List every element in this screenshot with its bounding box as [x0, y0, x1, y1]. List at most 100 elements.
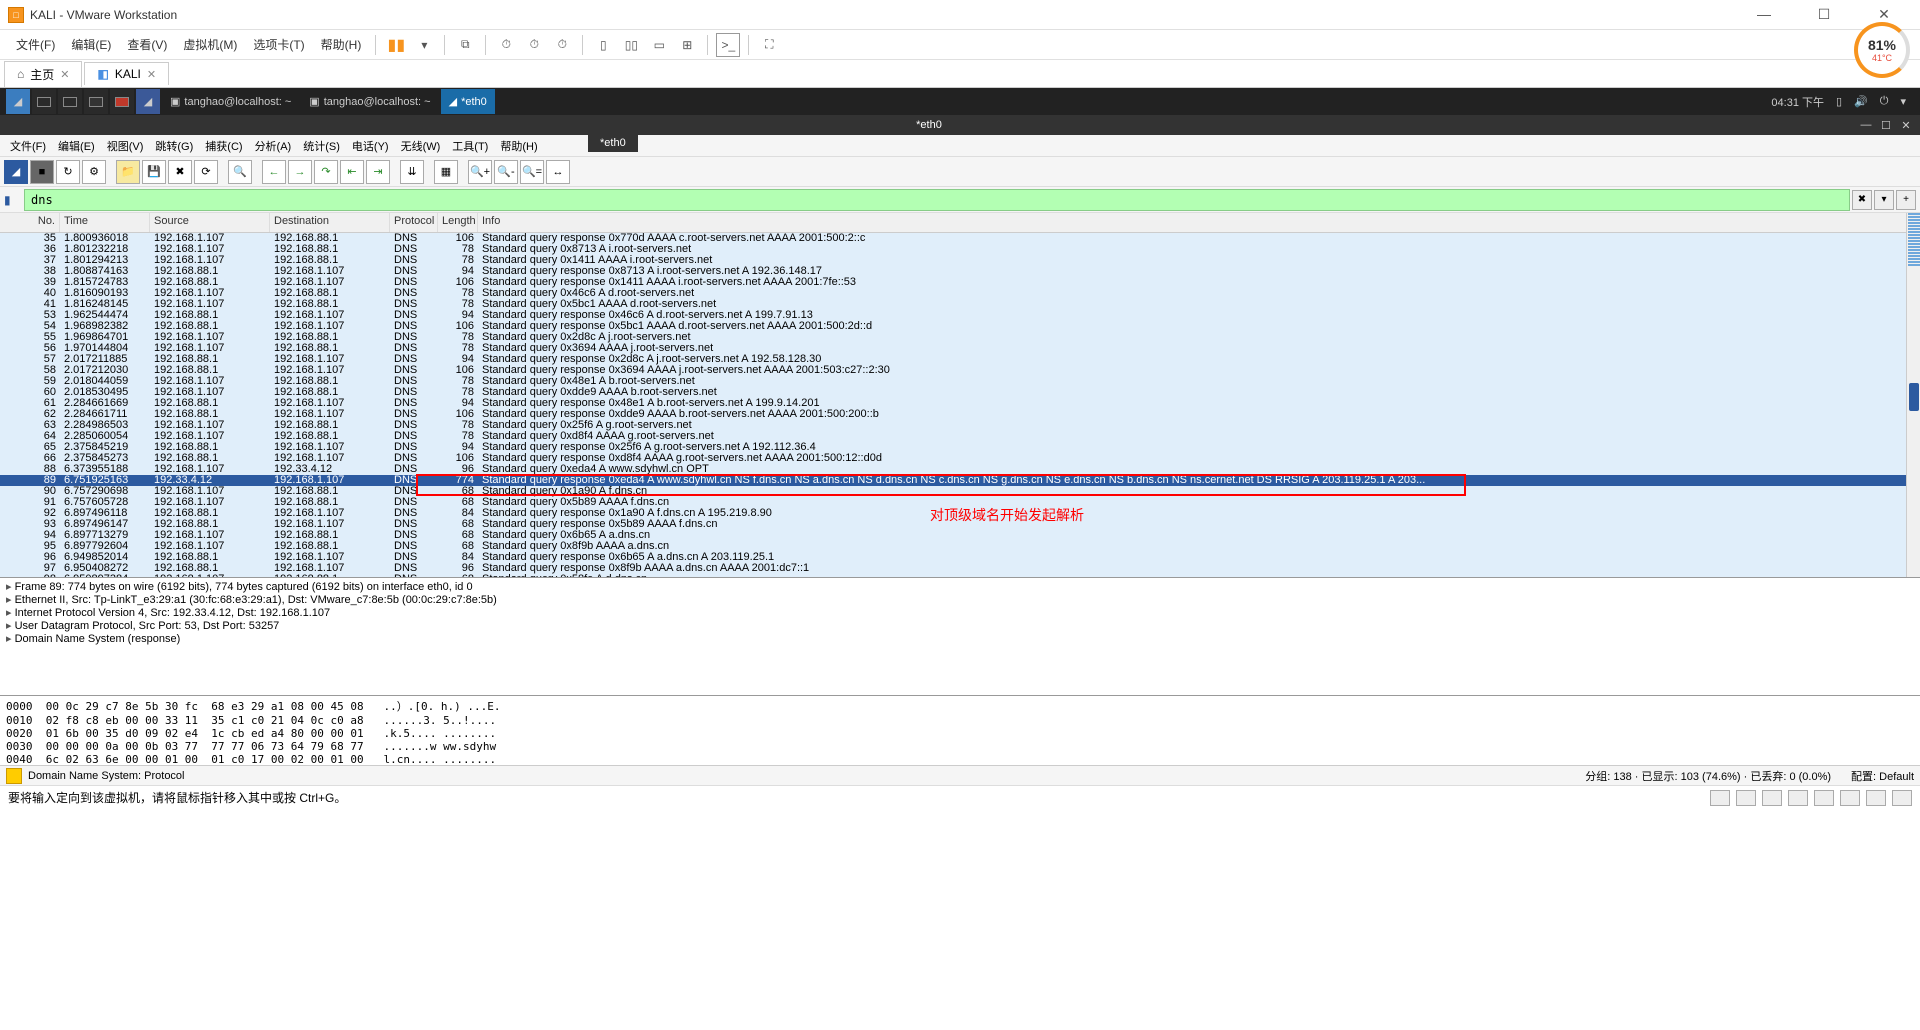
- packet-row[interactable]: 642.285060054192.168.1.107192.168.88.1DN…: [0, 431, 1920, 442]
- packet-row[interactable]: 561.970144804192.168.1.107192.168.88.1DN…: [0, 343, 1920, 354]
- packet-row[interactable]: 612.284661669192.168.88.1192.168.1.107DN…: [0, 398, 1920, 409]
- packet-row[interactable]: 602.018530495192.168.1.107192.168.88.1DN…: [0, 387, 1920, 398]
- power-icon[interactable]: ⏻: [1880, 95, 1889, 108]
- restart-capture-icon[interactable]: ↻: [56, 160, 80, 184]
- tab-home[interactable]: ⌂ 主页 ✕: [4, 61, 82, 87]
- close-icon[interactable]: ✕: [147, 68, 156, 81]
- console-icon[interactable]: >_: [716, 33, 740, 57]
- fullscreen-icon[interactable]: ⛶: [757, 33, 781, 57]
- layout1-icon[interactable]: ▯: [591, 33, 615, 57]
- col-header-no[interactable]: No.: [0, 213, 60, 232]
- close-button[interactable]: ✕: [1898, 119, 1914, 132]
- ws-menu-wireless[interactable]: 无线(W): [395, 138, 447, 154]
- reload-icon[interactable]: ⟳: [194, 160, 218, 184]
- packet-row[interactable]: 906.757290698192.168.1.107192.168.88.1DN…: [0, 486, 1920, 497]
- packet-row[interactable]: 531.962544474192.168.88.1192.168.1.107DN…: [0, 310, 1920, 321]
- close-file-icon[interactable]: ✖: [168, 160, 192, 184]
- packet-row[interactable]: 966.949852014192.168.88.1192.168.1.107DN…: [0, 552, 1920, 563]
- filter-bookmark-icon[interactable]: ▮: [4, 193, 24, 207]
- app-launcher-icon[interactable]: ◢: [136, 89, 160, 114]
- packet-row[interactable]: 541.968982382192.168.88.1192.168.1.107DN…: [0, 321, 1920, 332]
- packet-row[interactable]: 896.751925163192.33.4.12192.168.1.107DNS…: [0, 475, 1920, 486]
- workspace-2[interactable]: [58, 89, 82, 114]
- expert-info-icon[interactable]: [6, 768, 22, 784]
- device-usb-icon[interactable]: [1788, 790, 1808, 806]
- task-terminal-1[interactable]: ▣ tanghao@localhost: ~: [162, 89, 299, 114]
- stop-capture-icon[interactable]: ■: [30, 160, 54, 184]
- ws-menu-go[interactable]: 跳转(G): [149, 138, 199, 154]
- ws-menu-help[interactable]: 帮助(H): [494, 138, 543, 154]
- packet-bytes-pane[interactable]: 0000 00 0c 29 c7 8e 5b 30 fc 68 e3 29 a1…: [0, 695, 1920, 765]
- packet-row[interactable]: 946.897713279192.168.1.107192.168.88.1DN…: [0, 530, 1920, 541]
- detail-udp[interactable]: User Datagram Protocol, Src Port: 53, Ds…: [6, 619, 1914, 632]
- pause-icon[interactable]: ▮▮: [384, 33, 408, 57]
- ws-menu-tools[interactable]: 工具(T): [446, 138, 494, 154]
- maximize-button[interactable]: ☐: [1878, 119, 1894, 132]
- layout2-icon[interactable]: ▯▯: [619, 33, 643, 57]
- packet-row[interactable]: 592.018044059192.168.1.107192.168.88.1DN…: [0, 376, 1920, 387]
- packet-row[interactable]: 956.897792604192.168.1.107192.168.88.1DN…: [0, 541, 1920, 552]
- zoom-reset-icon[interactable]: 🔍=: [520, 160, 544, 184]
- menu-file[interactable]: 文件(F): [8, 36, 63, 53]
- detail-ethernet[interactable]: Ethernet II, Src: Tp-LinkT_e3:29:a1 (30:…: [6, 593, 1914, 606]
- packet-row[interactable]: 622.284661711192.168.88.1192.168.1.107DN…: [0, 409, 1920, 420]
- task-terminal-2[interactable]: ▣ tanghao@localhost: ~: [301, 89, 438, 114]
- minimize-button[interactable]: —: [1744, 6, 1784, 23]
- colorize-icon[interactable]: ▦: [434, 160, 458, 184]
- packet-row[interactable]: 361.801232218192.168.1.107192.168.88.1DN…: [0, 244, 1920, 255]
- col-header-protocol[interactable]: Protocol: [390, 213, 438, 232]
- packet-row[interactable]: 401.816090193192.168.1.107192.168.88.1DN…: [0, 288, 1920, 299]
- packet-row[interactable]: 652.375845219192.168.88.1192.168.1.107DN…: [0, 442, 1920, 453]
- col-header-info[interactable]: Info: [478, 213, 1920, 232]
- packet-row[interactable]: 551.969864701192.168.1.107192.168.88.1DN…: [0, 332, 1920, 343]
- open-file-icon[interactable]: 📁: [116, 160, 140, 184]
- start-capture-icon[interactable]: ◢: [4, 160, 28, 184]
- packet-row[interactable]: 351.800936018192.168.1.107192.168.88.1DN…: [0, 233, 1920, 244]
- go-first-icon[interactable]: ⇤: [340, 160, 364, 184]
- dropdown-icon[interactable]: ▾: [412, 33, 436, 57]
- scrollbar-thumb[interactable]: [1909, 383, 1919, 411]
- tab-kali[interactable]: ◧ KALI ✕: [84, 62, 169, 85]
- filter-apply-icon[interactable]: ▾: [1874, 190, 1894, 210]
- device-more-icon[interactable]: [1892, 790, 1912, 806]
- display-filter-input[interactable]: [24, 189, 1850, 211]
- filter-add-icon[interactable]: +: [1896, 190, 1916, 210]
- task-wireshark[interactable]: ◢ *eth0: [441, 89, 495, 114]
- menu-tabs[interactable]: 选项卡(T): [245, 36, 312, 53]
- go-forward-icon[interactable]: →: [288, 160, 312, 184]
- device-cd-icon[interactable]: [1736, 790, 1756, 806]
- packet-scrollbar[interactable]: [1906, 213, 1920, 577]
- clock3-icon[interactable]: ⏱: [550, 33, 574, 57]
- save-file-icon[interactable]: 💾: [142, 160, 166, 184]
- kali-menu-icon[interactable]: ◢: [6, 89, 30, 114]
- device-net-icon[interactable]: [1762, 790, 1782, 806]
- packet-row[interactable]: 632.284986503192.168.1.107192.168.88.1DN…: [0, 420, 1920, 431]
- col-header-destination[interactable]: Destination: [270, 213, 390, 232]
- ws-menu-file[interactable]: 文件(F): [4, 138, 52, 154]
- go-last-icon[interactable]: ⇥: [366, 160, 390, 184]
- close-icon[interactable]: ✕: [60, 68, 69, 81]
- workspace-1[interactable]: [32, 89, 56, 114]
- close-button[interactable]: ✕: [1864, 6, 1904, 23]
- menu-view[interactable]: 查看(V): [119, 36, 175, 53]
- col-header-source[interactable]: Source: [150, 213, 270, 232]
- ws-menu-capture[interactable]: 捕获(C): [199, 138, 248, 154]
- zoom-in-icon[interactable]: 🔍+: [468, 160, 492, 184]
- packet-list-body[interactable]: 对顶级域名开始发起解析 351.800936018192.168.1.10719…: [0, 233, 1920, 577]
- filter-clear-icon[interactable]: ✖: [1852, 190, 1872, 210]
- col-header-time[interactable]: Time: [60, 213, 150, 232]
- packet-row[interactable]: 371.801294213192.168.1.107192.168.88.1DN…: [0, 255, 1920, 266]
- minimize-button[interactable]: —: [1858, 119, 1874, 132]
- ws-menu-edit[interactable]: 编辑(E): [52, 138, 101, 154]
- workspace-4[interactable]: [110, 89, 134, 114]
- go-to-icon[interactable]: ↷: [314, 160, 338, 184]
- go-back-icon[interactable]: ←: [262, 160, 286, 184]
- packet-row[interactable]: 986.950897384192.168.1.107192.168.88.1DN…: [0, 574, 1920, 577]
- capture-options-icon[interactable]: ⚙: [82, 160, 106, 184]
- maximize-button[interactable]: ☐: [1804, 6, 1844, 23]
- snapshot-icon[interactable]: ⧉: [453, 33, 477, 57]
- packet-row[interactable]: 411.816248145192.168.1.107192.168.88.1DN…: [0, 299, 1920, 310]
- packet-details-pane[interactable]: Frame 89: 774 bytes on wire (6192 bits),…: [0, 577, 1920, 695]
- ws-menu-view[interactable]: 视图(V): [101, 138, 150, 154]
- detail-frame[interactable]: Frame 89: 774 bytes on wire (6192 bits),…: [6, 580, 1914, 593]
